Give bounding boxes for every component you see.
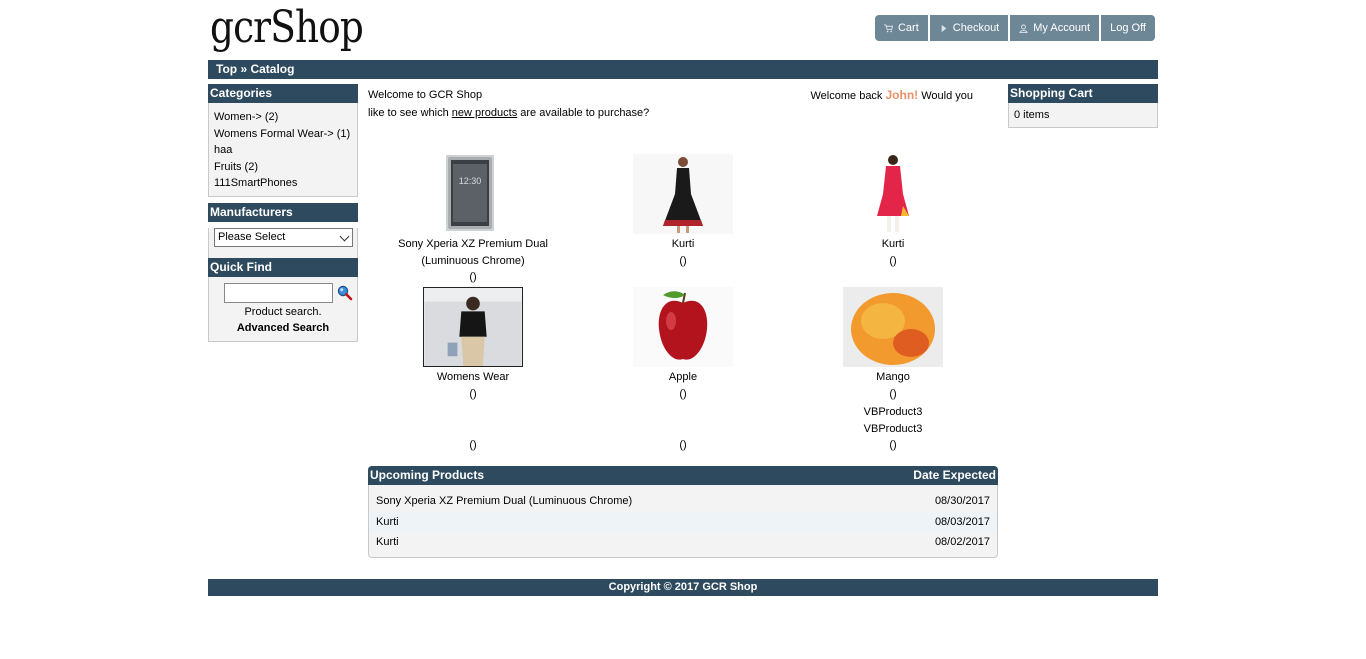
product-card: Womens Wear (): [368, 287, 578, 402]
product-card: VBProduct3 VBProduct3: [788, 404, 998, 437]
upcoming-row: Kurti 08/03/2017: [369, 511, 997, 533]
categories-list: Women-> (2) Womens Formal Wear-> (1) haa…: [208, 103, 358, 197]
page: gcrShop Cart Checkout My Account Log Off…: [208, 0, 1158, 659]
product-image[interactable]: [633, 154, 733, 234]
upcoming-product-name[interactable]: Sony Xperia XZ Premium Dual (Luminuous C…: [376, 491, 632, 512]
upcoming-products-list: Sony Xperia XZ Premium Dual (Luminuous C…: [368, 485, 998, 558]
log-off-label: Log Off: [1110, 22, 1146, 34]
categories-box: Categories Women-> (2) Womens Formal Wea…: [208, 84, 358, 197]
product-name[interactable]: Apple: [578, 369, 788, 386]
shopping-cart-box: Shopping Cart 0 items: [1008, 84, 1158, 128]
category-item[interactable]: 111SmartPhones: [214, 175, 352, 192]
product-card: Kurti (): [578, 154, 788, 269]
product-price: (): [889, 439, 897, 451]
cart-icon: [883, 23, 893, 32]
upcoming-products-box: Upcoming Products Date Expected Sony Xpe…: [368, 466, 998, 558]
product-image[interactable]: 12:30: [423, 154, 523, 234]
product-image[interactable]: [633, 287, 733, 367]
breadcrumb-catalog[interactable]: Catalog: [250, 62, 294, 76]
product-name[interactable]: Kurti: [578, 236, 788, 253]
product-price: (): [469, 439, 477, 451]
breadcrumb-separator: »: [237, 62, 251, 76]
manufacturers-title: Manufacturers: [208, 203, 358, 222]
upcoming-product-date: 08/03/2017: [934, 515, 990, 528]
category-item[interactable]: Fruits (2): [214, 159, 352, 176]
category-item[interactable]: Women-> (2): [214, 109, 352, 126]
category-item[interactable]: Womens Formal Wear-> (1): [214, 126, 352, 143]
quick-find-box: Quick Find Product search. Advanced Sear…: [208, 258, 358, 342]
upcoming-row: Sony Xperia XZ Premium Dual (Luminuous C…: [369, 491, 997, 512]
shopping-cart-title[interactable]: Shopping Cart: [1008, 84, 1158, 103]
product-price: (): [679, 387, 687, 400]
footer-copyright: Copyright © 2017 GCR Shop: [208, 579, 1158, 596]
shopping-cart-body: 0 items: [1008, 103, 1158, 128]
checkout-label: Checkout: [952, 22, 1000, 34]
manufacturer-select[interactable]: Please Select: [214, 228, 353, 247]
product-name[interactable]: Mango: [788, 369, 998, 386]
product-card: 12:30 Sony Xperia XZ Premium Dual (Lumin…: [368, 154, 578, 286]
customer-name: John!: [885, 88, 919, 102]
cart-button[interactable]: Cart: [874, 15, 930, 41]
manufacturer-selected: Please Select: [218, 231, 286, 243]
quick-find-input[interactable]: [223, 283, 333, 303]
category-item[interactable]: haa: [214, 142, 352, 159]
upcoming-product-name[interactable]: Kurti: [376, 512, 399, 533]
upcoming-product-date: 08/30/2017: [934, 495, 990, 507]
welcome-message: Welcome to GCR Shop Welcome back John! W…: [368, 87, 988, 122]
product-price: (): [469, 271, 477, 283]
top-navigation: Cart Checkout My Account Log Off: [874, 15, 1155, 41]
quick-find-body: Product search. Advanced Search: [208, 277, 358, 342]
new-products-link[interactable]: new products: [452, 107, 517, 119]
product-image[interactable]: [843, 287, 943, 367]
breadcrumb-top[interactable]: Top: [216, 62, 237, 76]
upcoming-row: Kurti 08/02/2017: [369, 532, 997, 553]
product-card: Mango (): [788, 287, 998, 402]
manufacturers-box: Manufacturers Please Select: [208, 203, 358, 259]
product-image[interactable]: [423, 287, 523, 367]
checkout-button[interactable]: Checkout: [929, 15, 1011, 41]
product-image[interactable]: [843, 154, 943, 234]
product-price: (): [469, 387, 477, 400]
product-price: (): [679, 254, 687, 267]
product-price: (): [889, 254, 897, 267]
welcome-line2-end: are available to purchase?: [517, 107, 650, 119]
upcoming-products-header: Upcoming Products Date Expected: [368, 466, 998, 485]
person-icon: [1019, 24, 1028, 33]
product-card: Kurti (): [788, 154, 998, 269]
chevron-down-icon: [339, 231, 350, 242]
date-expected-header: Date Expected: [913, 468, 996, 482]
site-logo[interactable]: gcrShop: [210, 2, 364, 54]
breadcrumb: Top » Catalog: [208, 60, 1158, 79]
log-off-button[interactable]: Log Off: [1101, 15, 1155, 41]
advanced-search-link[interactable]: Advanced Search: [209, 322, 357, 334]
my-account-button[interactable]: My Account: [1010, 15, 1102, 41]
welcome-back-tail: Would you: [918, 90, 973, 102]
product-name[interactable]: Womens Wear: [368, 369, 578, 386]
quick-find-title: Quick Find: [208, 258, 358, 277]
upcoming-product-name[interactable]: Kurti: [376, 532, 399, 553]
svg-text:12:30: 12:30: [459, 176, 482, 186]
manufacturers-body: Please Select: [208, 228, 358, 259]
search-icon[interactable]: [337, 285, 353, 301]
categories-title: Categories: [208, 84, 358, 103]
product-name[interactable]: VBProduct3: [788, 421, 998, 438]
upcoming-products-title: Upcoming Products: [370, 468, 485, 482]
product-price: (): [889, 387, 897, 400]
product-card: Apple (): [578, 287, 788, 402]
upcoming-product-date: 08/02/2017: [934, 536, 990, 548]
my-account-label: My Account: [1033, 22, 1091, 34]
welcome-title: Welcome to GCR Shop: [368, 89, 483, 101]
shopping-cart-count: 0 items: [1014, 109, 1050, 121]
product-name[interactable]: VBProduct3: [788, 404, 998, 421]
product-name[interactable]: Kurti: [788, 236, 998, 253]
cart-label: Cart: [897, 22, 919, 34]
quick-find-hint: Product search.: [244, 306, 322, 318]
triangle-right-icon: [941, 24, 946, 32]
welcome-back-text: Welcome back: [810, 90, 886, 102]
product-name[interactable]: Sony Xperia XZ Premium Dual (Luminuous C…: [368, 236, 578, 269]
welcome-line2-start: like to see which: [368, 107, 452, 119]
product-price: (): [679, 439, 687, 451]
